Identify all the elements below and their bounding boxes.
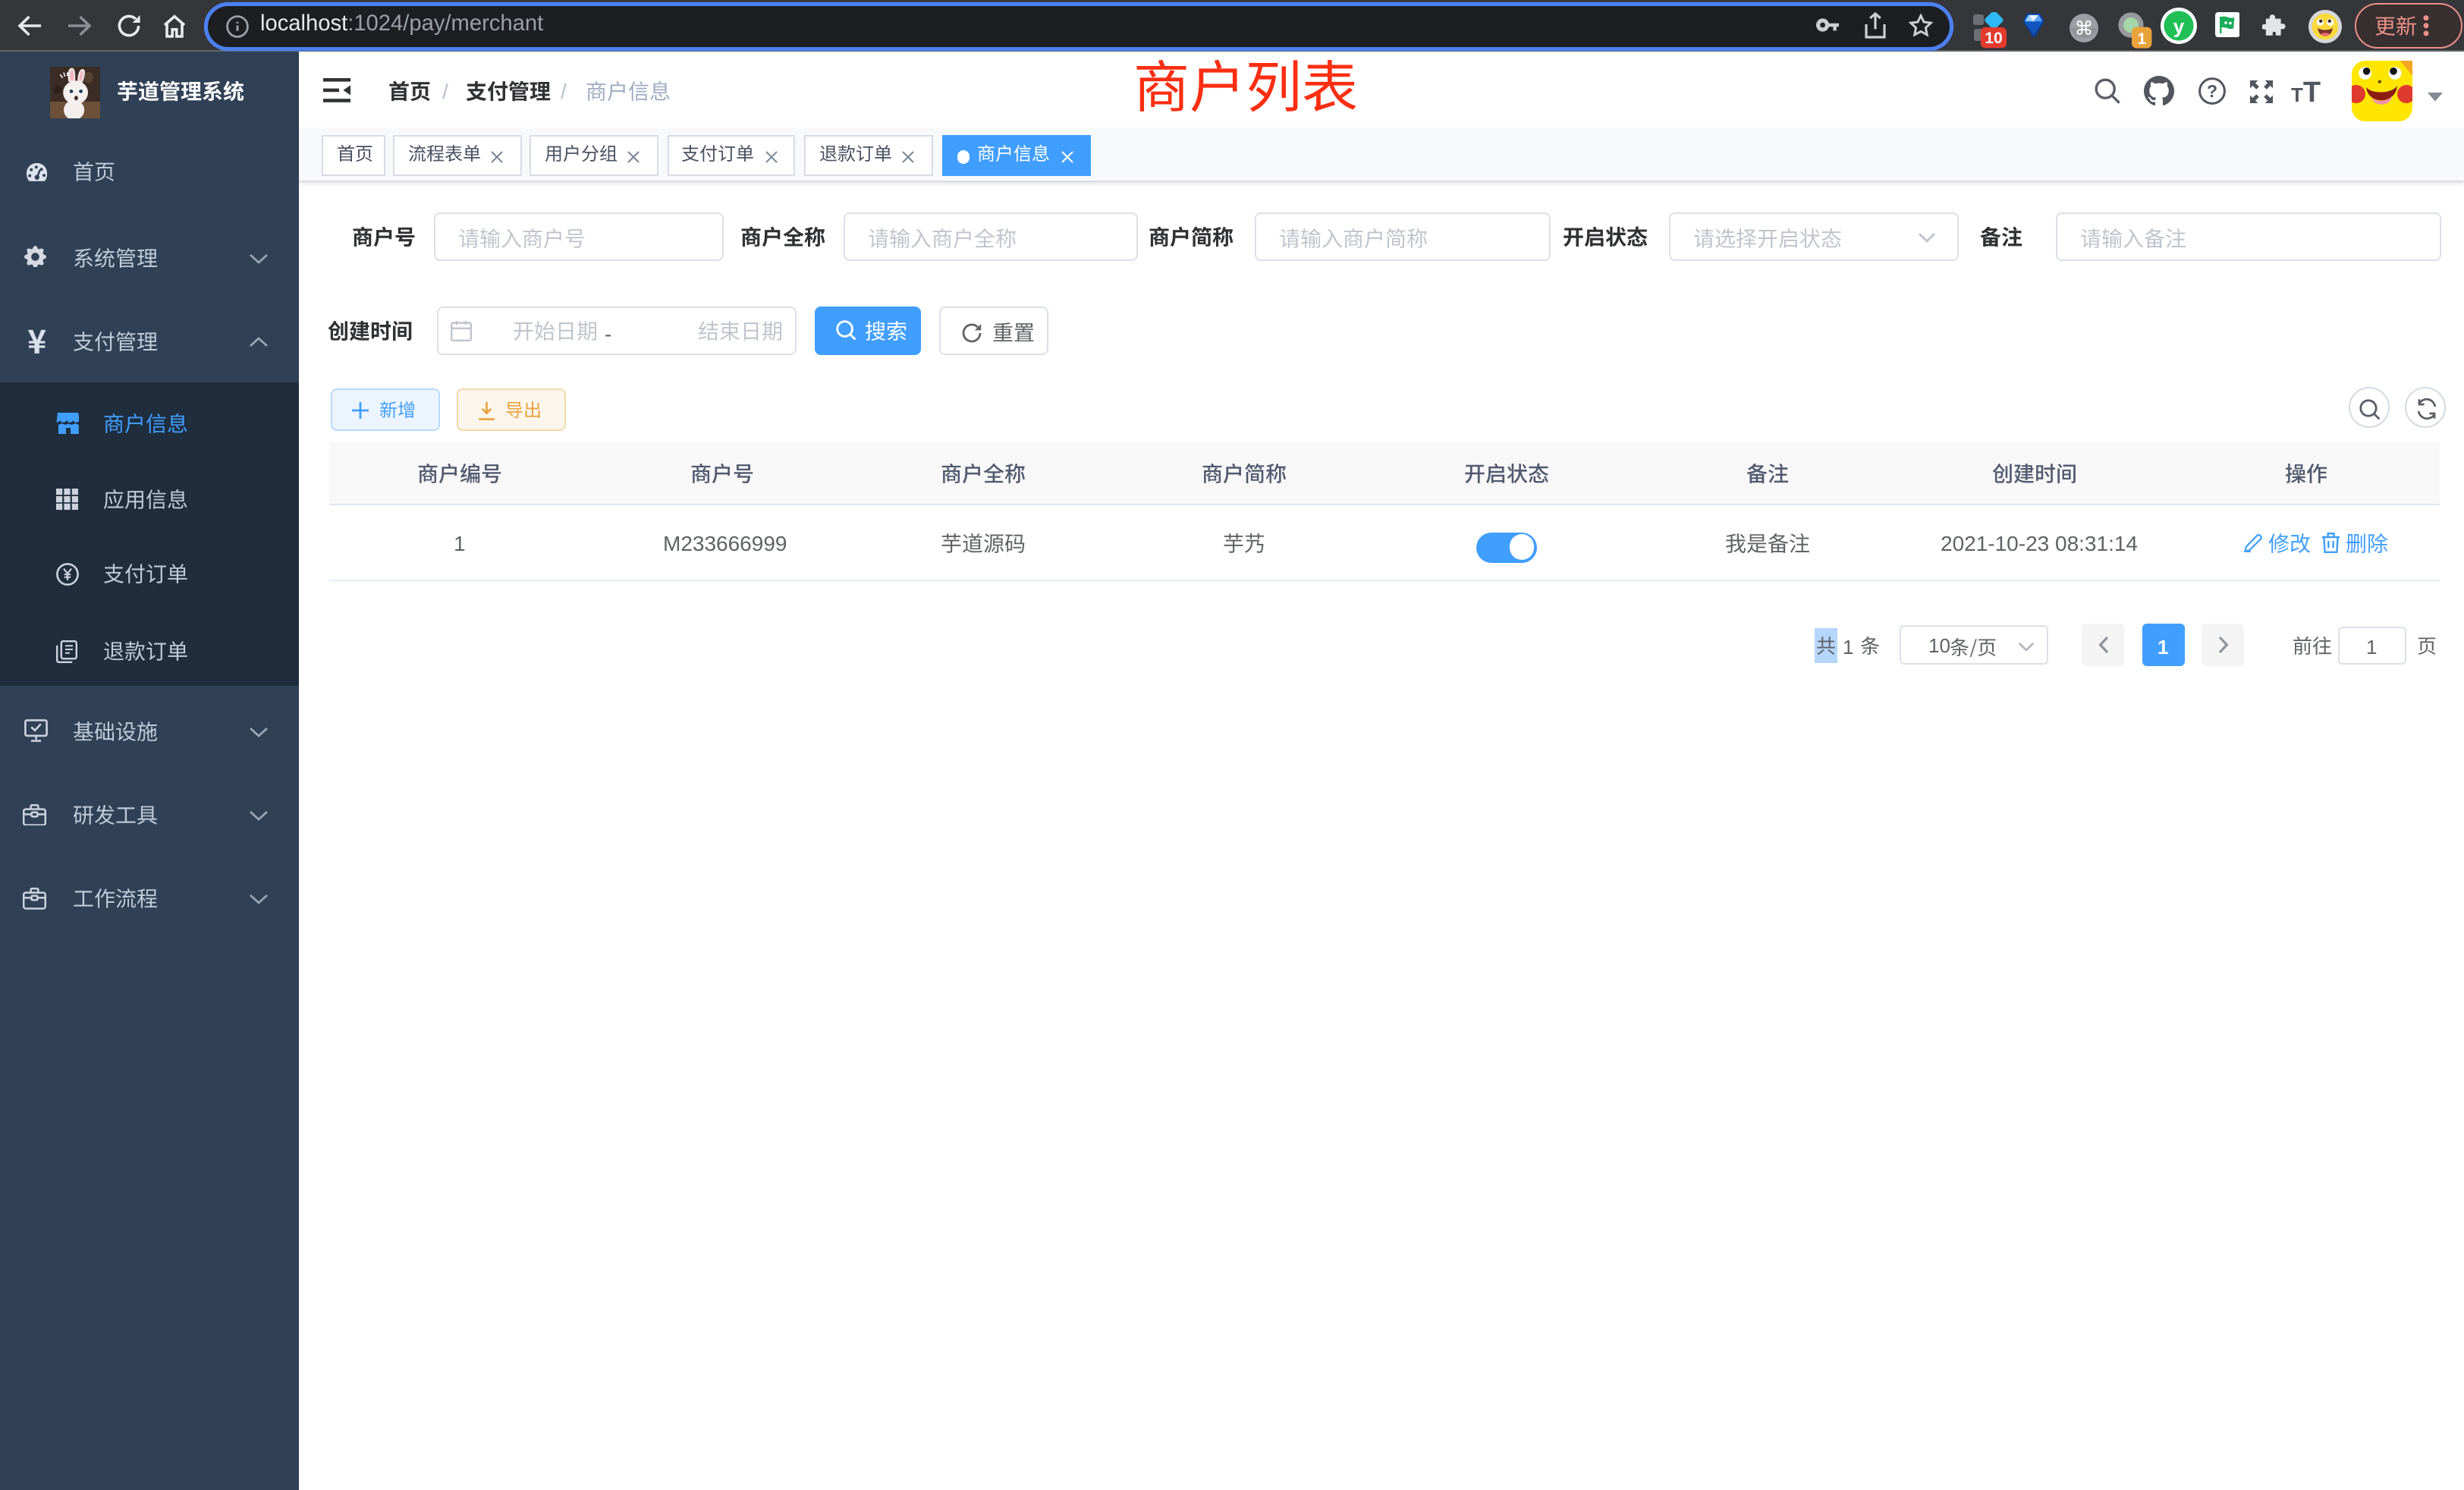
svg-text:1: 1 (2137, 30, 2146, 48)
svg-text:?: ? (2206, 81, 2217, 101)
svg-text:10: 10 (1985, 30, 2002, 47)
svg-text:⌘: ⌘ (2075, 17, 2094, 39)
svg-text:y: y (2173, 14, 2185, 37)
